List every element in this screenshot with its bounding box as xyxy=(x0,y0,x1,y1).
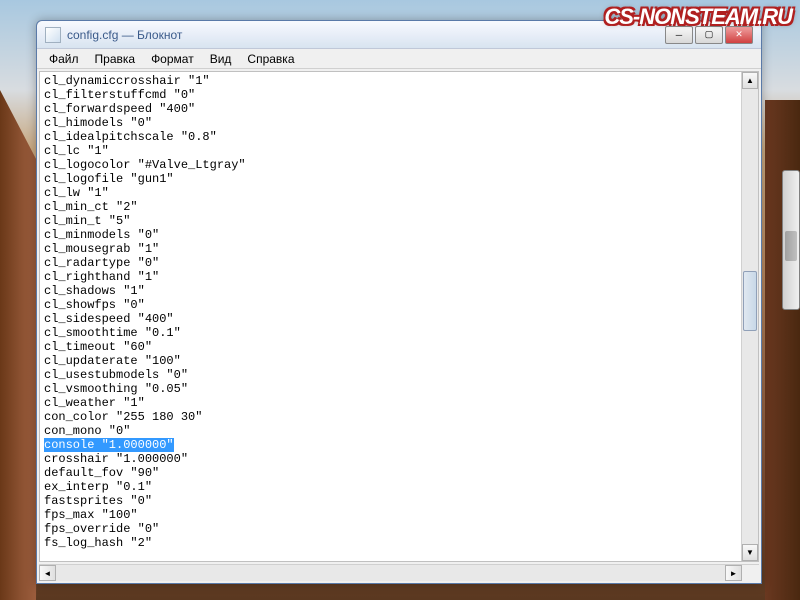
scroll-corner xyxy=(742,565,759,581)
menu-edit[interactable]: Правка xyxy=(87,50,144,68)
config-line: cl_sidespeed "400" xyxy=(44,312,737,326)
scroll-track-horizontal[interactable] xyxy=(56,565,725,581)
watermark-logo: CS-NONSTEAM.RU xyxy=(604,4,792,30)
config-line: cl_updaterate "100" xyxy=(44,354,737,368)
config-line: cl_shadows "1" xyxy=(44,284,737,298)
config-line: cl_radartype "0" xyxy=(44,256,737,270)
config-line: cl_smoothtime "0.1" xyxy=(44,326,737,340)
config-line: cl_himodels "0" xyxy=(44,116,737,130)
config-line: crosshair "1.000000" xyxy=(44,452,737,466)
scroll-down-button[interactable]: ▼ xyxy=(742,544,758,561)
scroll-thumb-vertical[interactable] xyxy=(743,271,757,331)
selected-text: console "1.000000" xyxy=(44,438,174,452)
browser-scrollbar-thumb[interactable] xyxy=(785,231,797,261)
config-line: fps_override "0" xyxy=(44,522,737,536)
config-line: cl_righthand "1" xyxy=(44,270,737,284)
config-line: cl_forwardspeed "400" xyxy=(44,102,737,116)
config-line: cl_showfps "0" xyxy=(44,298,737,312)
config-line: con_mono "0" xyxy=(44,424,737,438)
config-line: cl_lw "1" xyxy=(44,186,737,200)
scroll-track-vertical[interactable] xyxy=(742,89,758,544)
config-line: cl_weather "1" xyxy=(44,396,737,410)
menu-help[interactable]: Справка xyxy=(239,50,302,68)
text-area-container: cl_dynamiccrosshair "1"cl_filterstuffcmd… xyxy=(39,71,759,562)
horizontal-scrollbar[interactable]: ◄ ► xyxy=(39,564,759,581)
menu-file[interactable]: Файл xyxy=(41,50,87,68)
config-line: cl_filterstuffcmd "0" xyxy=(44,88,737,102)
config-line: con_color "255 180 30" xyxy=(44,410,737,424)
window-title: config.cfg — Блокнот xyxy=(67,28,665,42)
config-line: fs_log_hash "2" xyxy=(44,536,737,550)
config-line: cl_min_t "5" xyxy=(44,214,737,228)
notepad-window: config.cfg — Блокнот ─ ▢ ✕ Файл Правка Ф… xyxy=(36,20,762,584)
menubar: Файл Правка Формат Вид Справка xyxy=(37,49,761,69)
config-line: cl_vsmoothing "0.05" xyxy=(44,382,737,396)
config-line: cl_logofile "gun1" xyxy=(44,172,737,186)
config-line: cl_mousegrab "1" xyxy=(44,242,737,256)
scroll-left-button[interactable]: ◄ xyxy=(39,565,56,581)
config-line: cl_idealpitchscale "0.8" xyxy=(44,130,737,144)
text-editor[interactable]: cl_dynamiccrosshair "1"cl_filterstuffcmd… xyxy=(40,72,741,561)
config-line: fps_max "100" xyxy=(44,508,737,522)
config-line: cl_dynamiccrosshair "1" xyxy=(44,74,737,88)
config-line: cl_lc "1" xyxy=(44,144,737,158)
config-line: cl_usestubmodels "0" xyxy=(44,368,737,382)
config-line: cl_logocolor "#Valve_Ltgray" xyxy=(44,158,737,172)
config-line: cl_min_ct "2" xyxy=(44,200,737,214)
menu-view[interactable]: Вид xyxy=(202,50,240,68)
config-line: cl_minmodels "0" xyxy=(44,228,737,242)
browser-scrollbar[interactable] xyxy=(782,170,800,310)
scroll-up-button[interactable]: ▲ xyxy=(742,72,758,89)
scroll-right-button[interactable]: ► xyxy=(725,565,742,581)
config-line: ex_interp "0.1" xyxy=(44,480,737,494)
vertical-scrollbar[interactable]: ▲ ▼ xyxy=(741,72,758,561)
config-line: fastsprites "0" xyxy=(44,494,737,508)
config-line: default_fov "90" xyxy=(44,466,737,480)
notepad-icon xyxy=(45,27,61,43)
menu-format[interactable]: Формат xyxy=(143,50,202,68)
config-line: cl_timeout "60" xyxy=(44,340,737,354)
